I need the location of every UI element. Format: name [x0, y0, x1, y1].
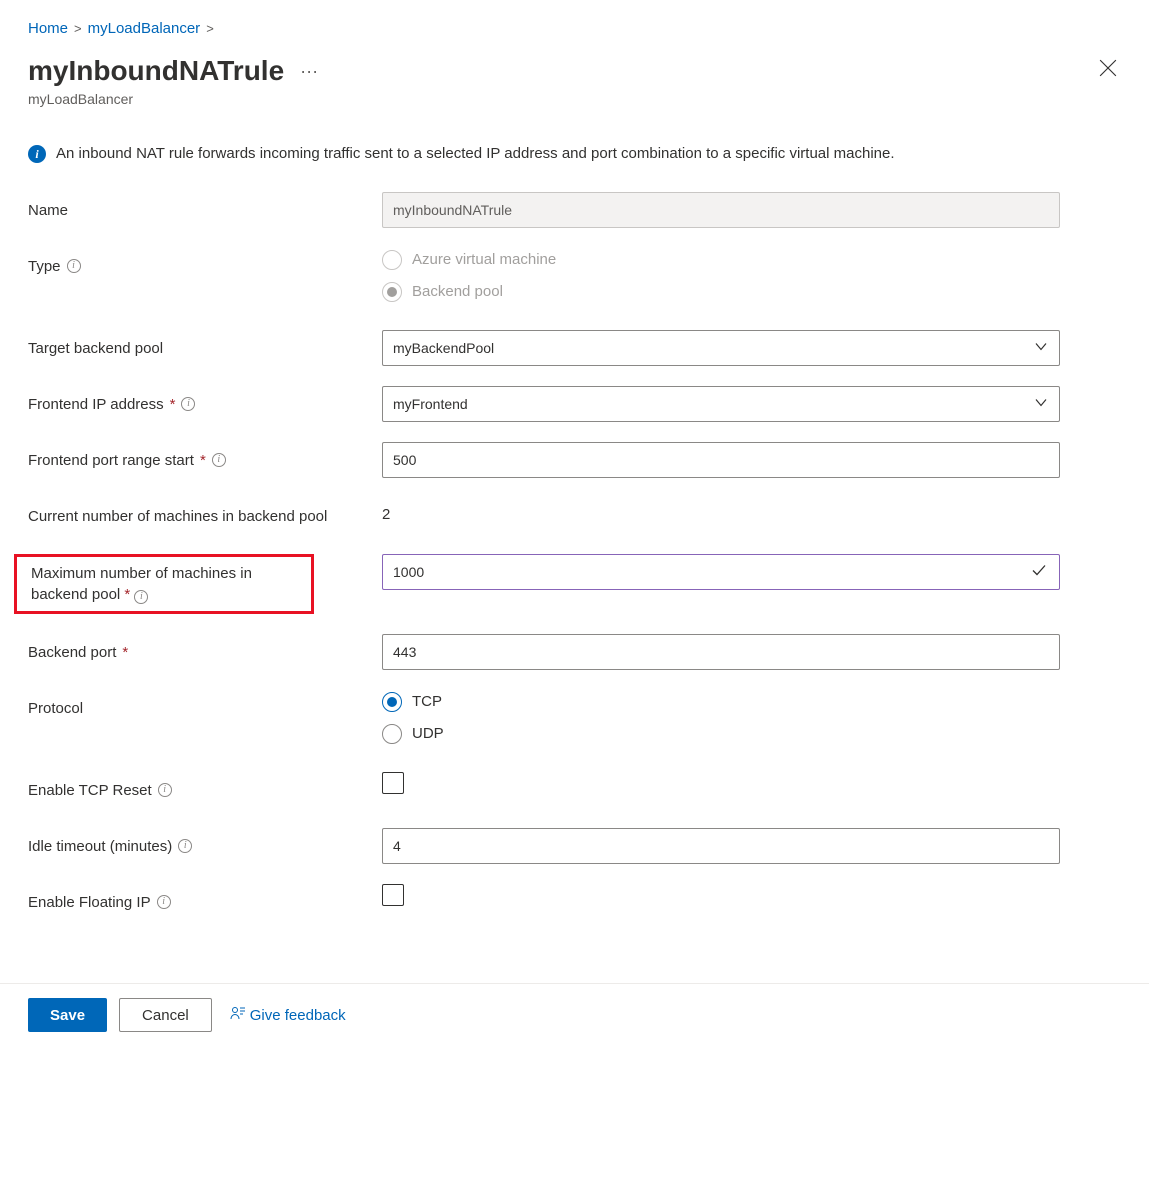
backend-port-label: Backend port *	[28, 634, 382, 663]
target-pool-label: Target backend pool	[28, 330, 382, 359]
feedback-link[interactable]: Give feedback	[230, 1005, 346, 1025]
required-marker: *	[170, 394, 176, 415]
floating-ip-label: Enable Floating IP i	[28, 884, 382, 913]
footer-bar: Save Cancel Give feedback	[0, 983, 1149, 1046]
current-machines-value: 2	[382, 498, 1060, 523]
info-icon[interactable]: i	[67, 259, 81, 273]
protocol-radio-udp[interactable]	[382, 724, 402, 744]
more-icon[interactable]: ···	[300, 61, 318, 82]
info-icon[interactable]: i	[157, 895, 171, 909]
max-machines-highlight: Maximum number of machines in backend po…	[14, 554, 314, 614]
current-machines-label: Current number of machines in backend po…	[28, 498, 382, 527]
info-icon[interactable]: i	[212, 453, 226, 467]
protocol-radio-tcp[interactable]	[382, 692, 402, 712]
required-marker: *	[122, 642, 128, 663]
type-radio-vm-label: Azure virtual machine	[412, 251, 556, 268]
info-banner: i An inbound NAT rule forwards incoming …	[28, 143, 1121, 166]
floating-ip-checkbox[interactable]	[382, 884, 404, 906]
max-machines-input[interactable]	[382, 554, 1060, 590]
info-icon: i	[28, 145, 46, 163]
info-icon[interactable]: i	[134, 590, 148, 604]
type-radio-pool-label: Backend pool	[412, 283, 503, 300]
type-label: Type i	[28, 248, 382, 277]
info-icon[interactable]: i	[158, 783, 172, 797]
close-icon	[1099, 64, 1117, 81]
type-radio-pool	[382, 282, 402, 302]
target-pool-select[interactable]: myBackendPool	[382, 330, 1060, 366]
page-subtitle: myLoadBalancer	[28, 91, 318, 107]
port-range-start-input[interactable]	[382, 442, 1060, 478]
close-button[interactable]	[1095, 55, 1121, 86]
chevron-right-icon: >	[74, 21, 82, 36]
name-label: Name	[28, 192, 382, 221]
type-radio-vm	[382, 250, 402, 270]
required-marker: *	[200, 450, 206, 471]
info-icon[interactable]: i	[178, 839, 192, 853]
tcp-reset-checkbox[interactable]	[382, 772, 404, 794]
breadcrumb: Home > myLoadBalancer >	[28, 20, 1121, 37]
page-title: myInboundNATrule	[28, 55, 284, 87]
info-text: An inbound NAT rule forwards incoming tr…	[56, 143, 895, 166]
frontend-ip-label: Frontend IP address * i	[28, 386, 382, 415]
protocol-udp-label: UDP	[412, 725, 444, 742]
name-input	[382, 192, 1060, 228]
feedback-icon	[230, 1005, 246, 1025]
protocol-tcp-label: TCP	[412, 693, 442, 710]
backend-port-input[interactable]	[382, 634, 1060, 670]
idle-timeout-label: Idle timeout (minutes) i	[28, 828, 382, 857]
save-button[interactable]: Save	[28, 998, 107, 1032]
cancel-button[interactable]: Cancel	[119, 998, 212, 1032]
tcp-reset-label: Enable TCP Reset i	[28, 772, 382, 801]
protocol-label: Protocol	[28, 690, 382, 719]
port-range-start-label: Frontend port range start * i	[28, 442, 382, 471]
chevron-right-icon: >	[206, 21, 214, 36]
idle-timeout-input[interactable]	[382, 828, 1060, 864]
required-marker: *	[124, 586, 130, 603]
breadcrumb-home[interactable]: Home	[28, 20, 68, 37]
breadcrumb-parent[interactable]: myLoadBalancer	[88, 20, 201, 37]
info-icon[interactable]: i	[181, 397, 195, 411]
frontend-ip-select[interactable]: myFrontend	[382, 386, 1060, 422]
